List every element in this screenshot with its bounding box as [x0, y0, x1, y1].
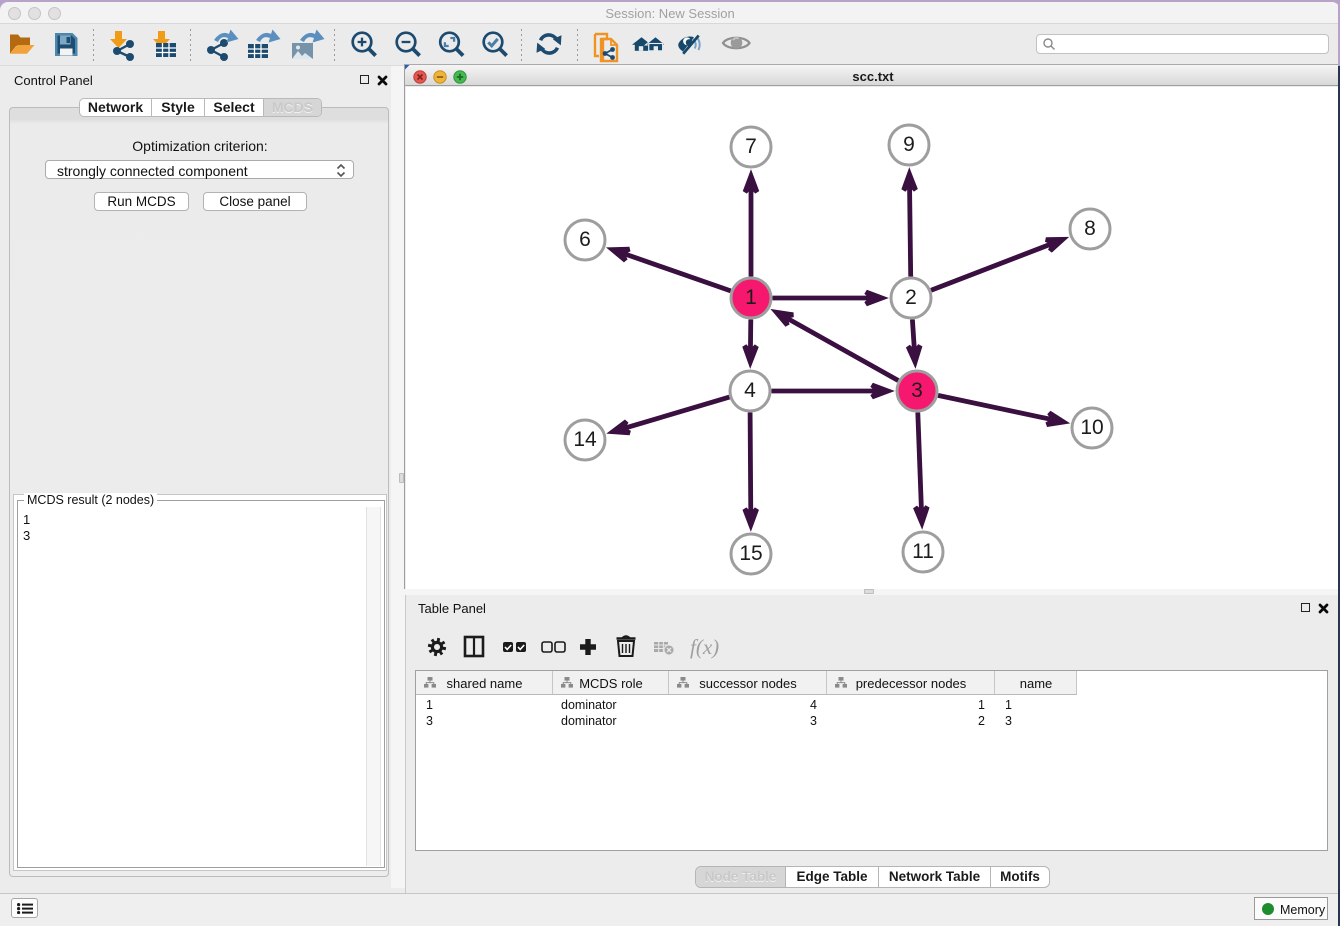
svg-text:1: 1	[745, 286, 757, 309]
svg-text:6: 6	[579, 228, 591, 251]
svg-text:10: 10	[1080, 416, 1103, 439]
svg-text:11: 11	[912, 540, 934, 563]
svg-text:15: 15	[739, 542, 762, 565]
svg-text:4: 4	[744, 379, 756, 402]
svg-text:3: 3	[911, 379, 923, 402]
svg-text:7: 7	[745, 135, 757, 158]
svg-text:f(x): f(x)	[690, 635, 719, 659]
svg-text:9: 9	[903, 133, 915, 156]
svg-text:8: 8	[1084, 217, 1096, 240]
svg-text:2: 2	[905, 286, 917, 309]
svg-text:14: 14	[573, 428, 597, 451]
